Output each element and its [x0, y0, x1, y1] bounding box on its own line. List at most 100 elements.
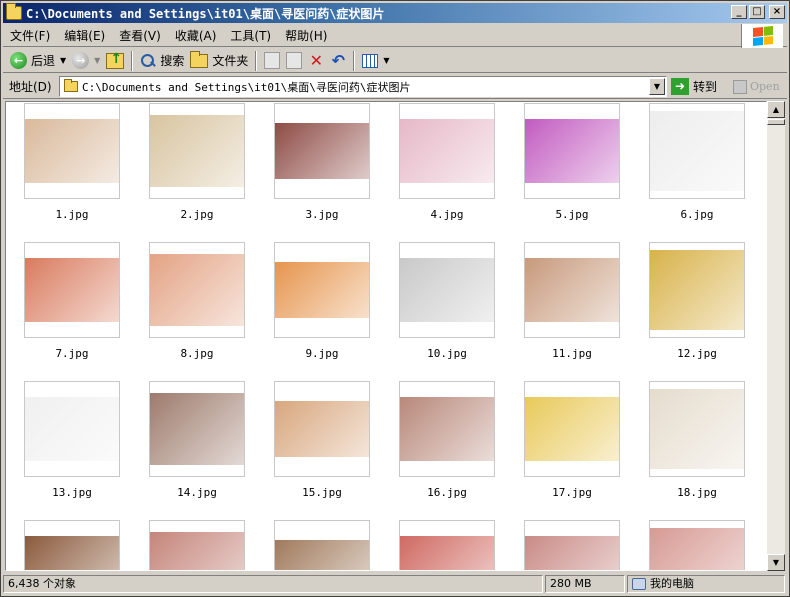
thumbnail-frame: [649, 381, 745, 477]
thumbnail-frame: [149, 520, 245, 570]
file-name: 17.jpg: [552, 486, 592, 499]
scroll-thumb[interactable]: [767, 119, 785, 125]
scroll-up-button[interactable]: ▲: [767, 101, 785, 118]
views-button[interactable]: ▼: [359, 50, 392, 72]
move-to-button[interactable]: [261, 50, 283, 72]
thumbnail-image: [275, 123, 369, 179]
menu-tools[interactable]: 工具(T): [223, 26, 278, 46]
go-label: 转到: [693, 80, 718, 94]
title-bar[interactable]: C:\Documents and Settings\it01\桌面\寻医问药\症…: [3, 3, 787, 23]
file-thumbnail[interactable]: 5.jpg: [524, 103, 620, 221]
undo-button[interactable]: ↶: [327, 50, 349, 72]
move-to-icon: [264, 52, 281, 69]
file-name: 11.jpg: [552, 347, 592, 360]
address-label: 地址(D): [9, 80, 52, 94]
thumbnail-image: [275, 540, 369, 570]
thumbnail-image: [400, 119, 494, 183]
file-thumbnail[interactable]: 8.jpg: [149, 242, 245, 360]
address-field[interactable]: C:\Documents and Settings\it01\桌面\寻医问药\症…: [59, 76, 667, 97]
file-thumbnail[interactable]: 15.jpg: [274, 381, 370, 499]
go-button[interactable]: ➜ 转到: [671, 76, 717, 97]
scroll-down-button[interactable]: ▼: [767, 554, 785, 571]
file-thumbnail[interactable]: 2.jpg: [149, 103, 245, 221]
up-button[interactable]: [103, 50, 127, 72]
file-thumbnail[interactable]: 17.jpg: [524, 381, 620, 499]
status-bar: 6,438 个对象 280 MB 我的电脑: [3, 574, 787, 594]
close-button[interactable]: ×: [769, 5, 785, 19]
maximize-button[interactable]: □: [749, 5, 765, 19]
thumbnail-frame: [649, 242, 745, 338]
file-thumbnail[interactable]: 4.jpg: [399, 103, 495, 221]
file-list-view[interactable]: 1.jpg 2.jpg 3.jpg 4.jpg 5.jpg 6.jpg 7.jpg 8.jpg…: [5, 101, 767, 571]
menu-view[interactable]: 查看(V): [112, 26, 168, 46]
views-icon: [362, 53, 379, 68]
file-thumbnail[interactable]: 10.jpg: [399, 242, 495, 360]
file-thumbnail[interactable]: [399, 520, 495, 570]
address-dropdown-icon[interactable]: ▼: [649, 78, 665, 95]
delete-button[interactable]: ✕: [305, 50, 327, 72]
address-path[interactable]: C:\Documents and Settings\it01\桌面\寻医问药\症…: [82, 79, 649, 95]
file-thumbnail[interactable]: 12.jpg: [649, 242, 745, 360]
folders-button[interactable]: 文件夹: [187, 50, 251, 72]
file-thumbnail[interactable]: 1.jpg: [24, 103, 120, 221]
thumbnail-frame: [524, 103, 620, 199]
thumbnail-frame: [399, 520, 495, 570]
folder-icon: [64, 79, 78, 92]
back-button[interactable]: ← 后退 ▼: [7, 50, 69, 72]
windows-logo: [741, 24, 783, 48]
open-button[interactable]: Open: [733, 76, 780, 97]
search-button[interactable]: 搜索: [137, 50, 187, 72]
file-thumbnail[interactable]: [149, 520, 245, 570]
thumbnail-image: [150, 254, 244, 326]
file-name: 9.jpg: [305, 347, 339, 360]
views-dropdown-icon[interactable]: ▼: [383, 56, 389, 65]
menu-favorites[interactable]: 收藏(A): [168, 26, 224, 46]
menu-help[interactable]: 帮助(H): [278, 26, 334, 46]
thumbnail-frame: [24, 520, 120, 570]
file-name: 6.jpg: [680, 208, 714, 221]
thumbnail-frame: [149, 103, 245, 199]
file-thumbnail[interactable]: 13.jpg: [24, 381, 120, 499]
menu-edit[interactable]: 编辑(E): [57, 26, 112, 46]
file-thumbnail[interactable]: [649, 520, 745, 570]
thumbnail-image: [25, 536, 119, 570]
windows-flag-icon: [752, 25, 773, 47]
file-name: 4.jpg: [430, 208, 464, 221]
thumbnail-image: [275, 401, 369, 457]
file-name: 14.jpg: [177, 486, 217, 499]
file-name: 7.jpg: [55, 347, 89, 360]
vertical-scrollbar[interactable]: ▲ ▼: [767, 101, 785, 571]
standard-toolbar: ← 后退 ▼ → ▼ 搜索 文件夹 ✕ ↶: [3, 49, 787, 73]
back-dropdown-icon[interactable]: ▼: [60, 56, 66, 65]
go-arrow-icon: ➜: [671, 78, 689, 95]
thumbnail-image: [650, 111, 744, 191]
file-thumbnail[interactable]: 3.jpg: [274, 103, 370, 221]
thumbnail-frame: [649, 520, 745, 570]
folders-label: 文件夹: [212, 54, 249, 68]
forward-button[interactable]: → ▼: [69, 50, 103, 72]
file-thumbnail[interactable]: 11.jpg: [524, 242, 620, 360]
address-bar: 地址(D) C:\Documents and Settings\it01\桌面\…: [3, 75, 787, 99]
file-thumbnail[interactable]: 16.jpg: [399, 381, 495, 499]
file-thumbnail[interactable]: [24, 520, 120, 570]
file-thumbnail[interactable]: 18.jpg: [649, 381, 745, 499]
file-thumbnail[interactable]: [274, 520, 370, 570]
thumbnail-frame: [274, 381, 370, 477]
minimize-button[interactable]: _: [731, 5, 747, 19]
forward-arrow-icon: →: [72, 52, 90, 69]
delete-icon: ✕: [309, 51, 324, 70]
file-thumbnail[interactable]: [524, 520, 620, 570]
thumbnail-image: [650, 250, 744, 330]
copy-to-button[interactable]: [283, 50, 305, 72]
file-thumbnail[interactable]: 14.jpg: [149, 381, 245, 499]
file-name: 1.jpg: [55, 208, 89, 221]
file-thumbnail[interactable]: 6.jpg: [649, 103, 745, 221]
file-thumbnail[interactable]: 9.jpg: [274, 242, 370, 360]
menu-file[interactable]: 文件(F): [3, 26, 57, 46]
thumbnail-image: [400, 536, 494, 570]
forward-dropdown-icon[interactable]: ▼: [94, 56, 100, 65]
file-name: 16.jpg: [427, 486, 467, 499]
thumbnail-frame: [524, 520, 620, 570]
status-location-label: 我的电脑: [650, 577, 694, 590]
file-thumbnail[interactable]: 7.jpg: [24, 242, 120, 360]
